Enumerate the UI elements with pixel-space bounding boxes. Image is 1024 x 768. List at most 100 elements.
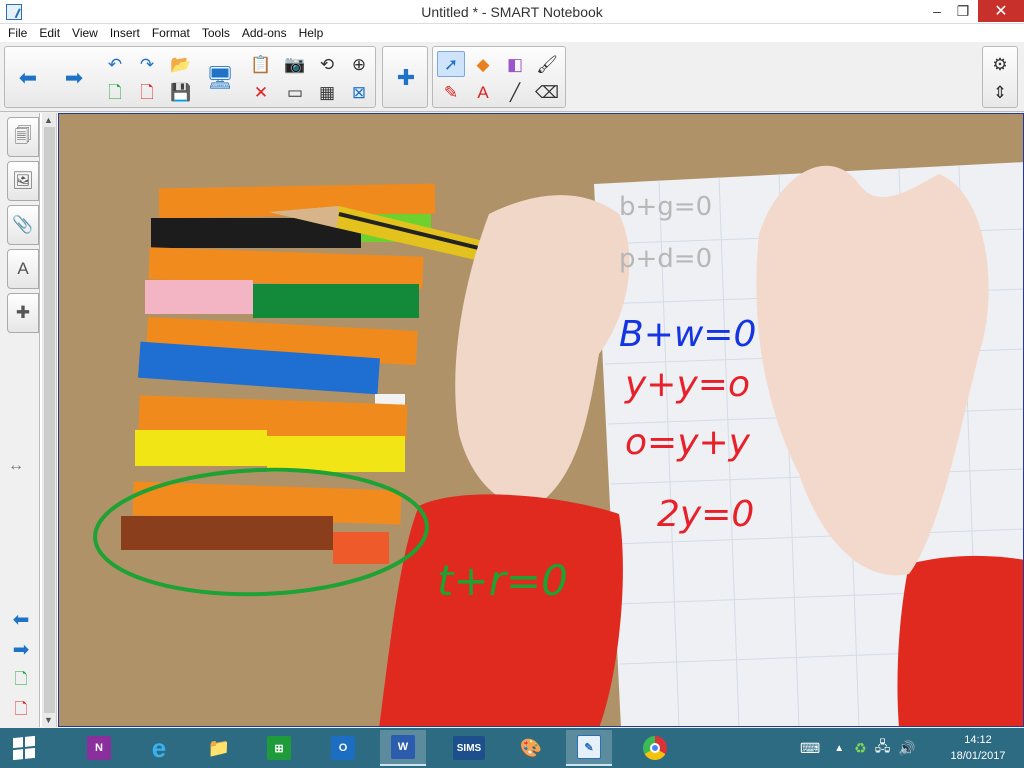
delete-page-button[interactable]: 🗋 xyxy=(133,79,161,105)
document-camera-button[interactable]: ⟲ xyxy=(313,51,341,77)
gallery-tab[interactable]: 🖼 xyxy=(7,161,39,201)
sidebar-previous-button[interactable]: ⬅ xyxy=(8,607,34,631)
redo-icon: ↷ xyxy=(139,54,155,74)
arrow-right-icon: ➡ xyxy=(12,638,30,661)
taskbar-store[interactable]: ⊞ xyxy=(256,730,302,766)
sidebar-add-page-button[interactable]: 🗋 xyxy=(8,669,34,693)
menu-view[interactable]: View xyxy=(66,26,104,40)
red-ink-equation-2[interactable]: o=y+y xyxy=(625,422,750,463)
taskbar-internet-explorer[interactable]: e xyxy=(136,730,182,766)
paint-icon: 🎨 xyxy=(519,737,543,758)
page-sorter-tab[interactable]: 🗐 xyxy=(7,117,39,157)
scroll-up-icon[interactable]: ▲ xyxy=(44,115,53,125)
keyboard-icon[interactable]: ⌨ xyxy=(800,740,820,757)
menu-help[interactable]: Help xyxy=(293,26,330,40)
select-tool-button[interactable]: ➚ xyxy=(437,51,465,77)
save-button[interactable]: 💾 xyxy=(167,79,195,105)
maximize-button[interactable]: ❐ xyxy=(946,0,980,22)
addons-button[interactable]: ✚ xyxy=(389,61,423,95)
gear-icon: ⚙ xyxy=(992,54,1008,74)
taskbar-outlook[interactable]: O xyxy=(320,730,366,766)
close-button[interactable]: ✕ xyxy=(978,0,1024,22)
vertical-scrollbar[interactable]: ▲ ▼ xyxy=(42,113,57,727)
pens-tool-button[interactable]: ✎ xyxy=(437,79,465,105)
arrow-left-icon: ⬅ xyxy=(12,608,30,631)
taskbar-sims[interactable]: SIMS xyxy=(446,730,492,766)
sidebar-delete-page-button[interactable]: 🗋 xyxy=(8,699,34,723)
sync-icon[interactable]: ♻ xyxy=(854,740,867,757)
taskbar-file-explorer[interactable]: 📁 xyxy=(196,730,242,766)
camera-icon: 📷 xyxy=(284,54,306,74)
gallery-icon: 🖼 xyxy=(12,171,34,190)
menu-bar: File Edit View Insert Format Tools Add-o… xyxy=(0,24,1024,42)
scroll-down-icon[interactable]: ▼ xyxy=(44,715,53,725)
folder-icon: 📁 xyxy=(207,737,231,758)
taskbar-onenote[interactable]: N xyxy=(76,730,122,766)
menu-insert[interactable]: Insert xyxy=(104,26,146,40)
addons-tab[interactable]: ✚ xyxy=(7,293,39,333)
green-ink-equation[interactable]: t+r=0 xyxy=(437,556,568,605)
taskbar-paint[interactable]: 🎨 xyxy=(508,730,554,766)
blue-ink-equation[interactable]: B+w=0 xyxy=(619,314,756,355)
text-icon: A xyxy=(477,82,489,102)
sidebar-next-button[interactable]: ➡ xyxy=(8,637,34,661)
screen-shade-button[interactable]: ▭ xyxy=(281,79,309,105)
shapes-tool-button[interactable]: ◆ xyxy=(469,51,497,77)
measurement-tools-button[interactable]: ⊕ xyxy=(345,51,373,77)
line-tool-button[interactable]: ╱ xyxy=(501,79,529,105)
start-button[interactable] xyxy=(0,728,48,768)
text-tool-button[interactable]: A xyxy=(469,79,497,105)
select-arrow-icon: ➚ xyxy=(443,54,459,74)
move-toolbar-button[interactable]: ⇕ xyxy=(986,79,1014,105)
paste-button[interactable]: 📋 xyxy=(247,51,275,77)
eraser-tool-button[interactable]: ◧ xyxy=(501,51,529,77)
screen-shade-icon: ▭ xyxy=(286,82,304,102)
red-ink-equation-1[interactable]: y+y=o xyxy=(625,364,750,405)
display-button[interactable]: 🖥 xyxy=(203,61,237,95)
menu-tools[interactable]: Tools xyxy=(196,26,236,40)
resize-icon[interactable]: ↔ xyxy=(8,457,24,475)
smart-notebook-icon: ✎ xyxy=(577,735,601,759)
paste-icon: 📋 xyxy=(250,54,272,74)
pencil-equation-1[interactable]: b+g=0 xyxy=(619,192,712,222)
attachments-tab[interactable]: 📎 xyxy=(7,205,39,245)
menu-file[interactable]: File xyxy=(2,26,33,40)
properties-tab[interactable]: A xyxy=(7,249,39,289)
taskbar-smart-notebook[interactable]: ✎ xyxy=(566,730,612,766)
table-button[interactable]: ▦ xyxy=(313,79,341,105)
undo-button[interactable]: ↶ xyxy=(101,51,129,77)
taskbar-chrome[interactable] xyxy=(632,730,678,766)
delete-page-icon: 🗋 xyxy=(140,82,154,102)
add-page-button[interactable]: 🗋 xyxy=(101,79,129,105)
open-button[interactable]: 📂 xyxy=(167,51,195,77)
page-sorter-icon: 🗐 xyxy=(14,125,32,145)
previous-page-button[interactable]: ⬅ xyxy=(11,61,45,95)
red-ink-equation-3[interactable]: 2y=0 xyxy=(657,494,754,535)
eraser2-tool-button[interactable]: ⌫ xyxy=(533,79,561,105)
notebook-page-canvas[interactable]: b+g=0 p+d=0 B+w=0 y+y=o o=y+y 2y=0 t+r=0 xyxy=(58,113,1024,727)
menu-addons[interactable]: Add-ons xyxy=(236,26,293,40)
toolbar: ⬅ ➡ ↶ ↷ 📂 🗋 🗋 💾 🖥 📋 ✕ 📷 ▭ ⟲ ▦ ⊕ ⊠ ✚ ➚ ◆ … xyxy=(0,42,1024,112)
fullscreen-button[interactable]: ⊠ xyxy=(345,79,373,105)
fill-tool-button[interactable]: 🖌 xyxy=(533,51,561,77)
taskbar-word[interactable]: W xyxy=(380,730,426,766)
chevron-up-icon[interactable]: ▲ xyxy=(834,743,844,754)
delete-button[interactable]: ✕ xyxy=(247,79,275,105)
addons-icon: ✚ xyxy=(15,303,31,322)
menu-format[interactable]: Format xyxy=(146,26,196,40)
workspace: ▲ ▼ b+g=0 p+d=0 B+w=0 y+y=o o=y+y 2y=0 t… xyxy=(40,113,1024,727)
delete-page-icon: 🗋 xyxy=(14,700,28,718)
menu-edit[interactable]: Edit xyxy=(33,26,66,40)
network-icon[interactable]: 🖧 xyxy=(875,736,891,760)
capture-button[interactable]: 📷 xyxy=(281,51,309,77)
next-page-button[interactable]: ➡ xyxy=(57,61,91,95)
clock[interactable]: 14:12 18/01/2017 xyxy=(940,732,1016,764)
redo-button[interactable]: ↷ xyxy=(133,51,161,77)
fullscreen-icon: ⊠ xyxy=(351,82,367,102)
eraser-icon: ◧ xyxy=(506,54,524,74)
settings-button[interactable]: ⚙ xyxy=(986,51,1014,77)
properties-icon: A xyxy=(17,259,29,278)
volume-icon[interactable]: 🔊 xyxy=(898,740,915,757)
scrollbar-thumb[interactable] xyxy=(44,127,55,713)
pencil-equation-2[interactable]: p+d=0 xyxy=(619,244,712,274)
